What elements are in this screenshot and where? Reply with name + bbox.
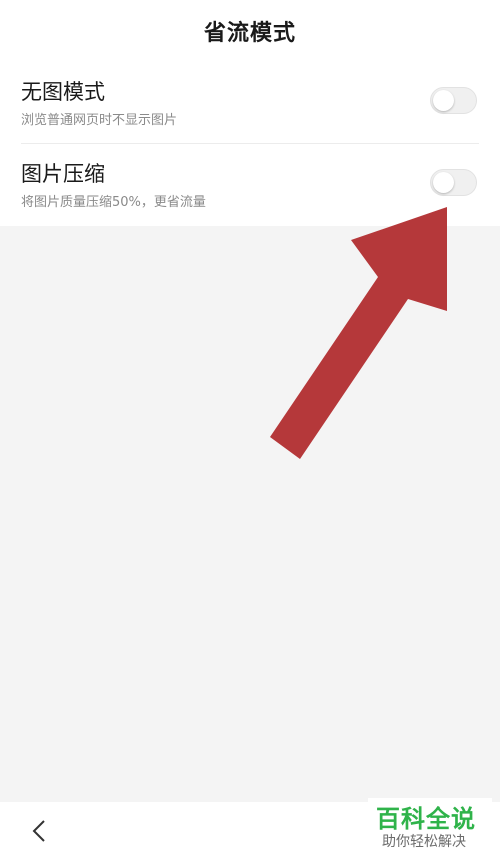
watermark: 百科全说 助你轻松解决 xyxy=(368,798,492,856)
settings-list: 无图模式 浏览普通网页时不显示图片 图片压缩 将图片质量压缩50%，更省流量 xyxy=(0,62,500,226)
arrow-shape xyxy=(270,207,447,459)
toggle-knob xyxy=(433,172,454,193)
setting-description: 浏览普通网页时不显示图片 xyxy=(21,113,178,128)
no-image-mode-toggle[interactable] xyxy=(430,87,477,114)
watermark-title: 百科全说 xyxy=(376,805,476,833)
setting-image-compression[interactable]: 图片压缩 将图片质量压缩50%，更省流量 xyxy=(0,144,500,226)
setting-label: 无图模式 xyxy=(21,80,105,104)
setting-description: 将图片质量压缩50%，更省流量 xyxy=(21,195,206,210)
header: 省流模式 xyxy=(0,0,500,62)
back-button[interactable] xyxy=(20,812,58,850)
chevron-left-icon xyxy=(32,820,45,842)
setting-label: 图片压缩 xyxy=(21,162,105,186)
page-title: 省流模式 xyxy=(203,21,296,46)
image-compression-toggle[interactable] xyxy=(430,169,477,196)
toggle-knob xyxy=(433,90,454,111)
watermark-subtitle: 助你轻松解决 xyxy=(382,834,466,850)
setting-no-image-mode[interactable]: 无图模式 浏览普通网页时不显示图片 xyxy=(0,62,500,144)
